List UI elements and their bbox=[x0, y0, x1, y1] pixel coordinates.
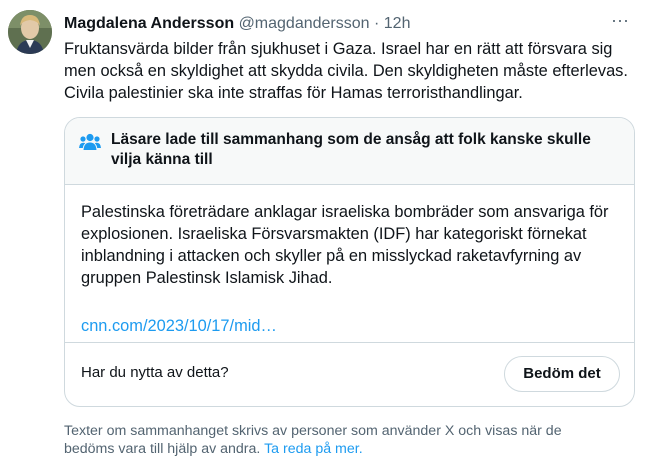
avatar[interactable] bbox=[8, 10, 52, 54]
community-note-title: Läsare lade till sammanhang som de ansåg… bbox=[111, 131, 591, 168]
community-note-footer: Har du nytta av detta? Bedöm det bbox=[65, 342, 634, 406]
learn-more-link[interactable]: Ta reda på mer. bbox=[264, 441, 363, 457]
tweet-header: Magdalena Andersson @magdandersson · 12h bbox=[64, 14, 636, 34]
community-notes-disclaimer: Texter om sammanhanget skrivs av persone… bbox=[64, 422, 604, 458]
community-note-body: Palestinska företrädare anklagar israeli… bbox=[65, 185, 634, 337]
people-icon bbox=[79, 133, 101, 150]
display-name[interactable]: Magdalena Andersson bbox=[64, 15, 234, 32]
rate-it-button[interactable]: Bedöm det bbox=[504, 356, 620, 392]
tweet-text: Fruktansvärda bilder från sjukhuset i Ga… bbox=[64, 40, 628, 102]
avatar-image bbox=[8, 10, 52, 54]
community-note-text: Palestinska företrädare anklagar israeli… bbox=[81, 203, 609, 287]
community-note-header: Läsare lade till sammanhang som de ansåg… bbox=[65, 118, 634, 185]
source-link[interactable]: cnn.com/2023/10/17/mid… bbox=[81, 315, 618, 337]
community-note-card: Läsare lade till sammanhang som de ansåg… bbox=[64, 117, 635, 407]
user-handle[interactable]: @magdandersson bbox=[239, 15, 370, 32]
timestamp[interactable]: 12h bbox=[384, 15, 411, 32]
more-options-icon[interactable]: ··· bbox=[608, 11, 632, 32]
helpful-question: Har du nytta av detta? bbox=[81, 364, 229, 381]
separator-dot: · bbox=[374, 15, 380, 32]
